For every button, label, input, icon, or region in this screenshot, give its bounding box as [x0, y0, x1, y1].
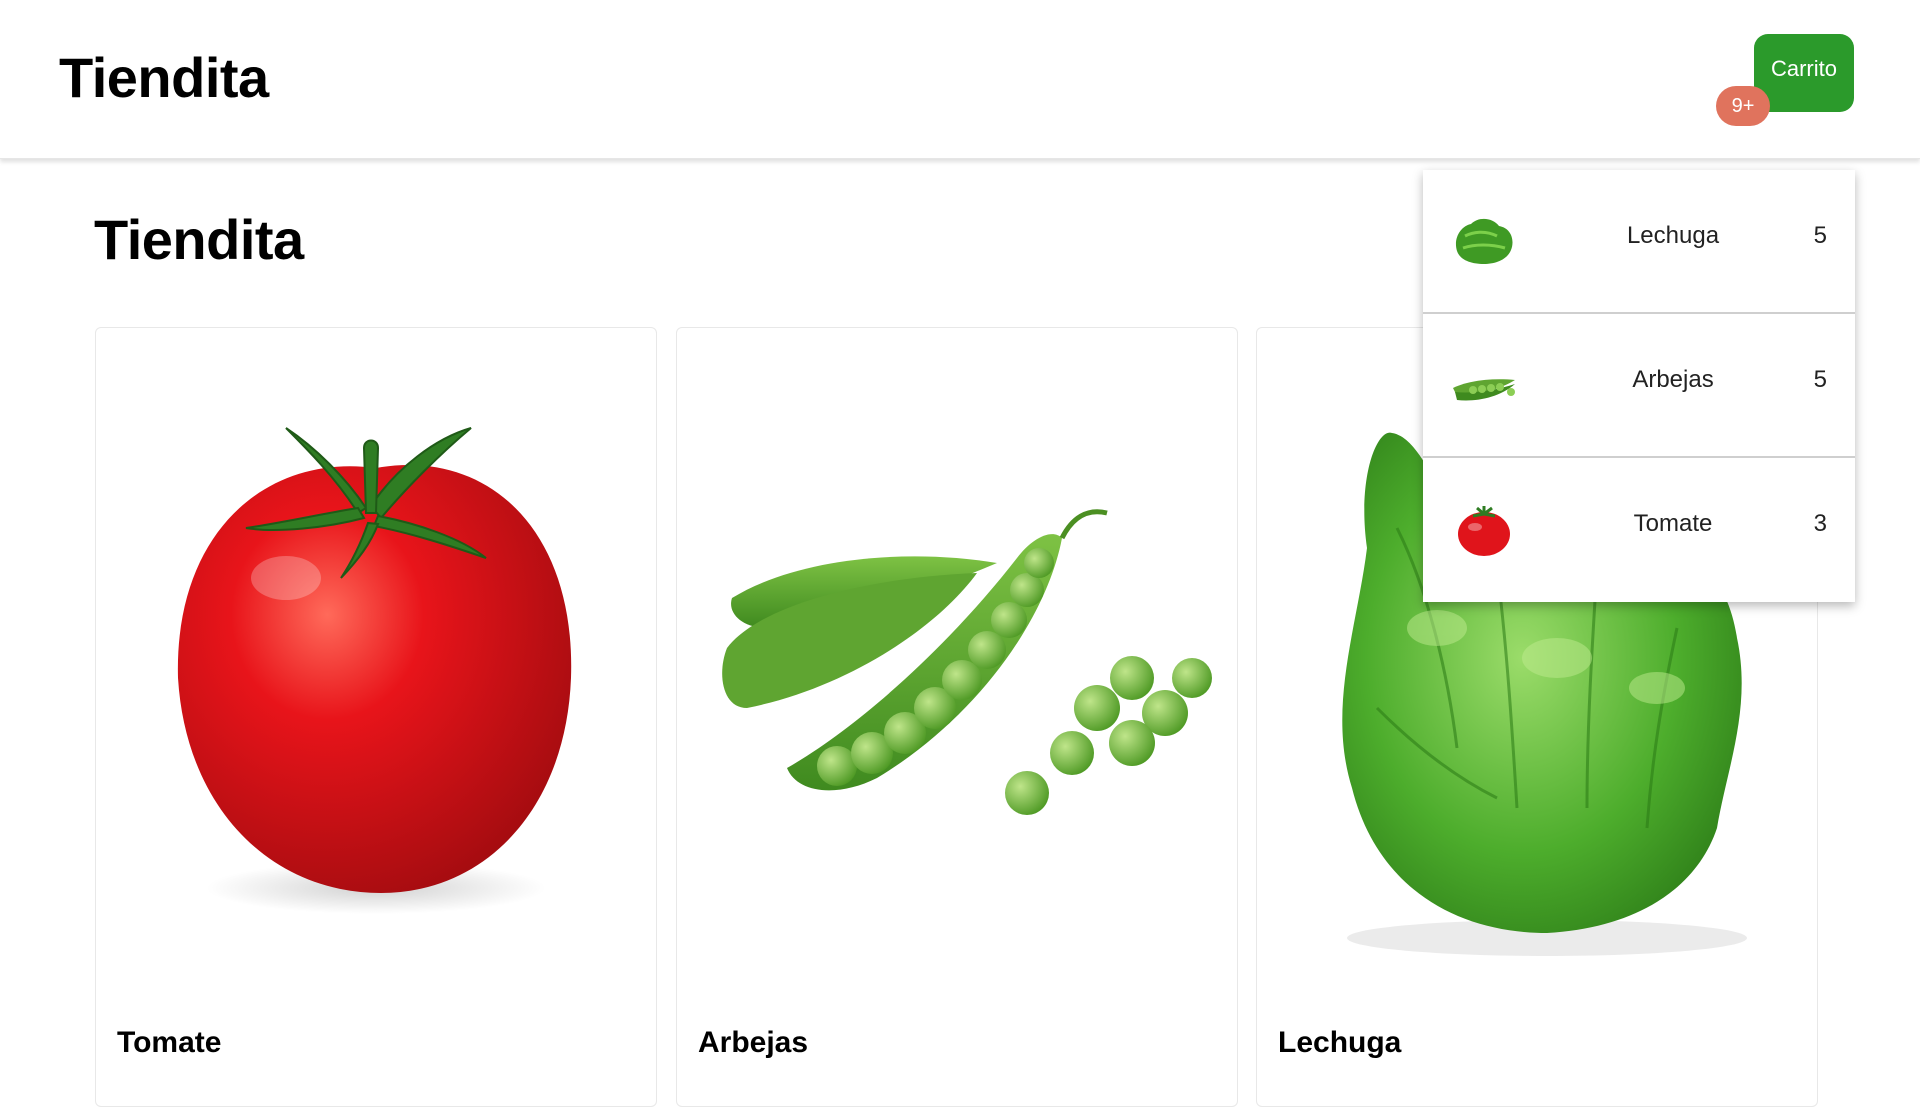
- tomato-image: [177, 427, 572, 914]
- brand-logo[interactable]: Tiendita: [59, 42, 269, 114]
- page-title: Tiendita: [94, 208, 304, 271]
- product-name: Tomate: [117, 1026, 222, 1059]
- cart-item[interactable]: Arbejas 5: [1423, 314, 1855, 458]
- cart-item[interactable]: Lechuga 5: [1423, 170, 1855, 314]
- lettuce-thumb: [1455, 218, 1513, 264]
- peas-image: [722, 509, 1212, 815]
- cart-item-qty: 5: [1813, 366, 1827, 393]
- product-name: Lechuga: [1278, 1026, 1402, 1059]
- product-card[interactable]: Arbejas: [676, 327, 1238, 1107]
- cart-count-badge: 9+: [1716, 86, 1770, 126]
- navbar: Tiendita: [0, 0, 1920, 159]
- tomato-thumb: [1458, 506, 1510, 556]
- product-name: Arbejas: [698, 1026, 809, 1059]
- cart-item-qty: 5: [1813, 222, 1827, 249]
- product-card[interactable]: Tomate: [95, 327, 657, 1107]
- peas-thumb: [1453, 379, 1515, 401]
- cart-item-name: Tomate: [1633, 510, 1713, 537]
- cart-dropdown: Lechuga 5 Arbejas 5 Tomate 3: [1423, 170, 1855, 602]
- cart-item[interactable]: Tomate 3: [1423, 458, 1855, 602]
- cart-item-name: Arbejas: [1632, 366, 1714, 393]
- cart-item-qty: 3: [1813, 510, 1827, 537]
- cart-item-name: Lechuga: [1626, 222, 1720, 249]
